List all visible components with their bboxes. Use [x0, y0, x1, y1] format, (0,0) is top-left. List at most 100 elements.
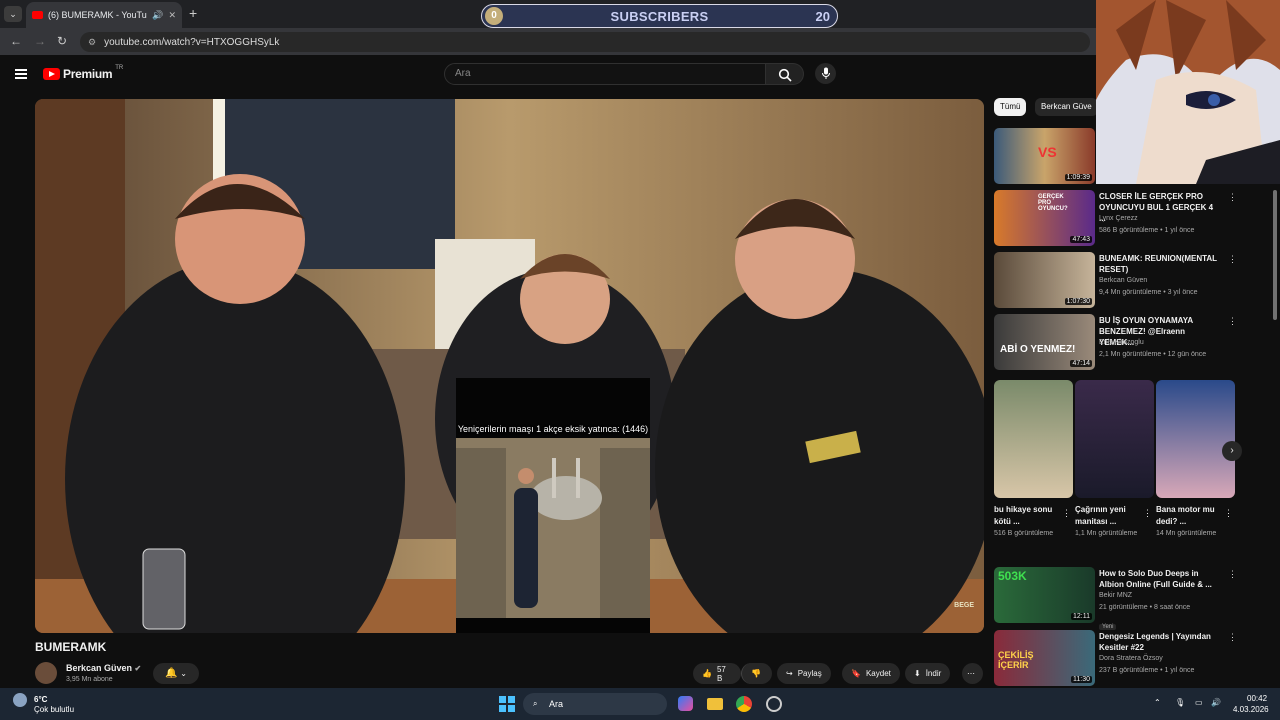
browser-tab[interactable]: (6) BUMERAMK - YouTube 🔊 ✕: [26, 2, 182, 28]
like-button[interactable]: 👍 57 B: [693, 663, 741, 684]
taskbar-search-label: Ara: [549, 699, 564, 709]
list-item[interactable]: 1:07:30 BUNEAMK: REUNION(MENTAL RESET) B…: [994, 252, 1237, 310]
inset-caption: Yeniçerilerin maaşı 1 akçe eksik yatınca…: [457, 424, 649, 434]
more-actions-button[interactable]: ⋯: [962, 663, 983, 684]
download-label: İndir: [925, 669, 942, 678]
tab-search-dropdown-icon[interactable]: ⌄: [4, 6, 22, 22]
youtube-logo-icon: [43, 68, 60, 80]
save-label: Kaydet: [865, 669, 891, 678]
notification-bell-button[interactable]: 🔔 ⌄: [153, 663, 199, 684]
short-title: Çağrının yeni manitası ...: [1075, 505, 1126, 526]
list-item[interactable]: 503K 12:11 How to Solo Duo Deeps in Albi…: [994, 567, 1237, 630]
share-label: Paylaş: [797, 669, 822, 678]
forward-arrow-icon[interactable]: →: [34, 34, 46, 48]
short-card[interactable]: Çağrının yeni manitası ... 1,1 Mn görünt…: [1075, 380, 1154, 539]
new-tab-icon[interactable]: +: [189, 5, 197, 21]
network-icon[interactable]: ▭: [1195, 698, 1203, 707]
more-icon: ⋯: [967, 669, 975, 678]
close-tab-icon[interactable]: ✕: [168, 10, 176, 21]
short-card[interactable]: Bana motor mu dedi? ... 14 Mn görüntülem…: [1156, 380, 1235, 539]
youtube-premium-logo[interactable]: Premium TR: [43, 65, 124, 81]
volume-icon[interactable]: 🔊: [1211, 698, 1221, 707]
thumbs-down-icon: 👎: [751, 669, 761, 678]
short-title: bu hikaye sonu kötü ...: [994, 505, 1053, 526]
more-icon[interactable]: ⋮: [1143, 508, 1152, 519]
clock-date[interactable]: 4.03.2026: [1233, 705, 1269, 714]
dislike-button[interactable]: 👎: [741, 663, 772, 684]
thumbnail-text: ÇEKİLİŞ İÇERİR: [998, 650, 1034, 670]
reload-icon[interactable]: ↻: [57, 34, 67, 48]
thumbnail-text: VS: [1038, 144, 1057, 160]
thumbs-up-icon: 👍: [702, 669, 712, 678]
more-icon[interactable]: ⋮: [1228, 632, 1237, 643]
more-icon[interactable]: ⋮: [1228, 192, 1237, 203]
windows-start-icon[interactable]: [499, 696, 515, 712]
channel-name: Enis Kirazoglu: [1099, 339, 1144, 346]
short-views: 1,1 Mn görüntüleme: [1075, 530, 1138, 537]
copilot-icon[interactable]: [678, 696, 693, 711]
channel-name: Lynx Çerezz: [1099, 215, 1138, 222]
chip-channel[interactable]: Berkcan Güve: [1035, 98, 1098, 116]
back-arrow-icon[interactable]: ←: [10, 34, 22, 48]
search-icon: ⌕: [533, 699, 538, 708]
more-icon[interactable]: ⋮: [1062, 508, 1071, 519]
region-code: TR: [115, 65, 124, 71]
omnibox[interactable]: ⚙ youtube.com/watch?v=HTXOGGHSyLk: [80, 32, 1090, 52]
shorts-next-button[interactable]: ›: [1222, 441, 1242, 461]
list-item[interactable]: GERÇEK PRO OYUNCU? 47:43 CLOSER İLE GERÇ…: [994, 190, 1237, 248]
channel-subscribers: 3,95 Mn abone: [66, 676, 113, 683]
thumbnail-text: ABİ O YENMEZ!: [1000, 344, 1076, 355]
temperature: 6°C: [34, 695, 48, 704]
channel-name[interactable]: Berkcan Güven ✔: [66, 663, 141, 673]
more-icon[interactable]: ⋮: [1228, 569, 1237, 580]
list-item[interactable]: ABİ O YENMEZ! 47:14 BU İŞ OYUN OYNAMAYA …: [994, 314, 1237, 372]
video-thumbnail: 503K 12:11: [994, 567, 1095, 623]
search-button[interactable]: [766, 63, 804, 85]
app-icon[interactable]: [766, 696, 782, 712]
scrollbar[interactable]: [1273, 190, 1277, 320]
site-info-icon[interactable]: ⚙: [88, 37, 96, 48]
download-icon: ⬇: [914, 669, 921, 678]
video-meta: 2,1 Mn görüntüleme • 12 gün önce: [1099, 351, 1207, 358]
video-meta: 586 B görüntüleme • 1 yıl önce: [1099, 227, 1195, 234]
microphone-icon[interactable]: 🎙: [1175, 698, 1185, 707]
more-icon[interactable]: ⋮: [1228, 316, 1237, 327]
short-thumbnail: [994, 380, 1073, 498]
short-views: 516 B görüntüleme: [994, 530, 1054, 537]
voice-search-button[interactable]: [815, 63, 836, 84]
more-icon[interactable]: ⋮: [1228, 254, 1237, 265]
video-title: How to Solo Duo Deeps in Albion Online (…: [1099, 569, 1212, 589]
video-title: BUNEAMK: REUNION(MENTAL RESET): [1099, 254, 1217, 274]
video-thumbnail: GERÇEK PRO OYUNCU? 47:43: [994, 190, 1095, 246]
thumbnail-text: GERÇEK PRO OYUNCU?: [1038, 194, 1068, 212]
download-button[interactable]: ⬇ İndir: [905, 663, 951, 684]
video-thumbnail: ÇEKİLİŞ İÇERİR 11:30: [994, 630, 1095, 686]
video-thumbnail: 1:07:30: [994, 252, 1095, 308]
thumbnail-text: 503K: [998, 569, 1027, 583]
menu-icon[interactable]: [15, 69, 27, 79]
speaker-icon[interactable]: 🔊: [152, 10, 163, 21]
chip-all[interactable]: Tümü: [994, 98, 1027, 116]
file-explorer-icon[interactable]: [707, 698, 723, 710]
list-item[interactable]: ÇEKİLİŞ İÇERİR 11:30 Dengesiz Legends | …: [994, 630, 1237, 688]
short-card[interactable]: bu hikaye sonu kötü ... 516 B görüntülem…: [994, 380, 1073, 539]
channel-name: Bekir MNZ: [1099, 592, 1133, 599]
chrome-icon[interactable]: [736, 696, 752, 712]
brand-text: Premium: [63, 67, 113, 81]
weather-text: Çok bulutlu: [34, 705, 75, 714]
short-thumbnail: [1156, 380, 1235, 498]
share-button[interactable]: ↪ Paylaş: [777, 663, 831, 684]
channel-name-text: Berkcan Güven: [66, 663, 133, 673]
save-button[interactable]: 🔖 Kaydet: [842, 663, 900, 684]
weather-icon[interactable]: [13, 693, 27, 707]
chevron-up-icon[interactable]: ⌃: [1154, 698, 1161, 707]
duration: 1:07:30: [1064, 298, 1092, 305]
clock-time[interactable]: 00:42: [1247, 694, 1267, 703]
video-watermark: BEGE: [954, 602, 974, 609]
search-input[interactable]: Ara: [444, 63, 766, 85]
channel-avatar[interactable]: [35, 662, 57, 684]
taskbar-search[interactable]: ⌕ Ara: [523, 693, 667, 715]
more-icon[interactable]: ⋮: [1224, 508, 1233, 519]
bell-icon: 🔔: [165, 668, 178, 679]
subscriber-label: SUBSCRIBERS: [610, 9, 709, 24]
